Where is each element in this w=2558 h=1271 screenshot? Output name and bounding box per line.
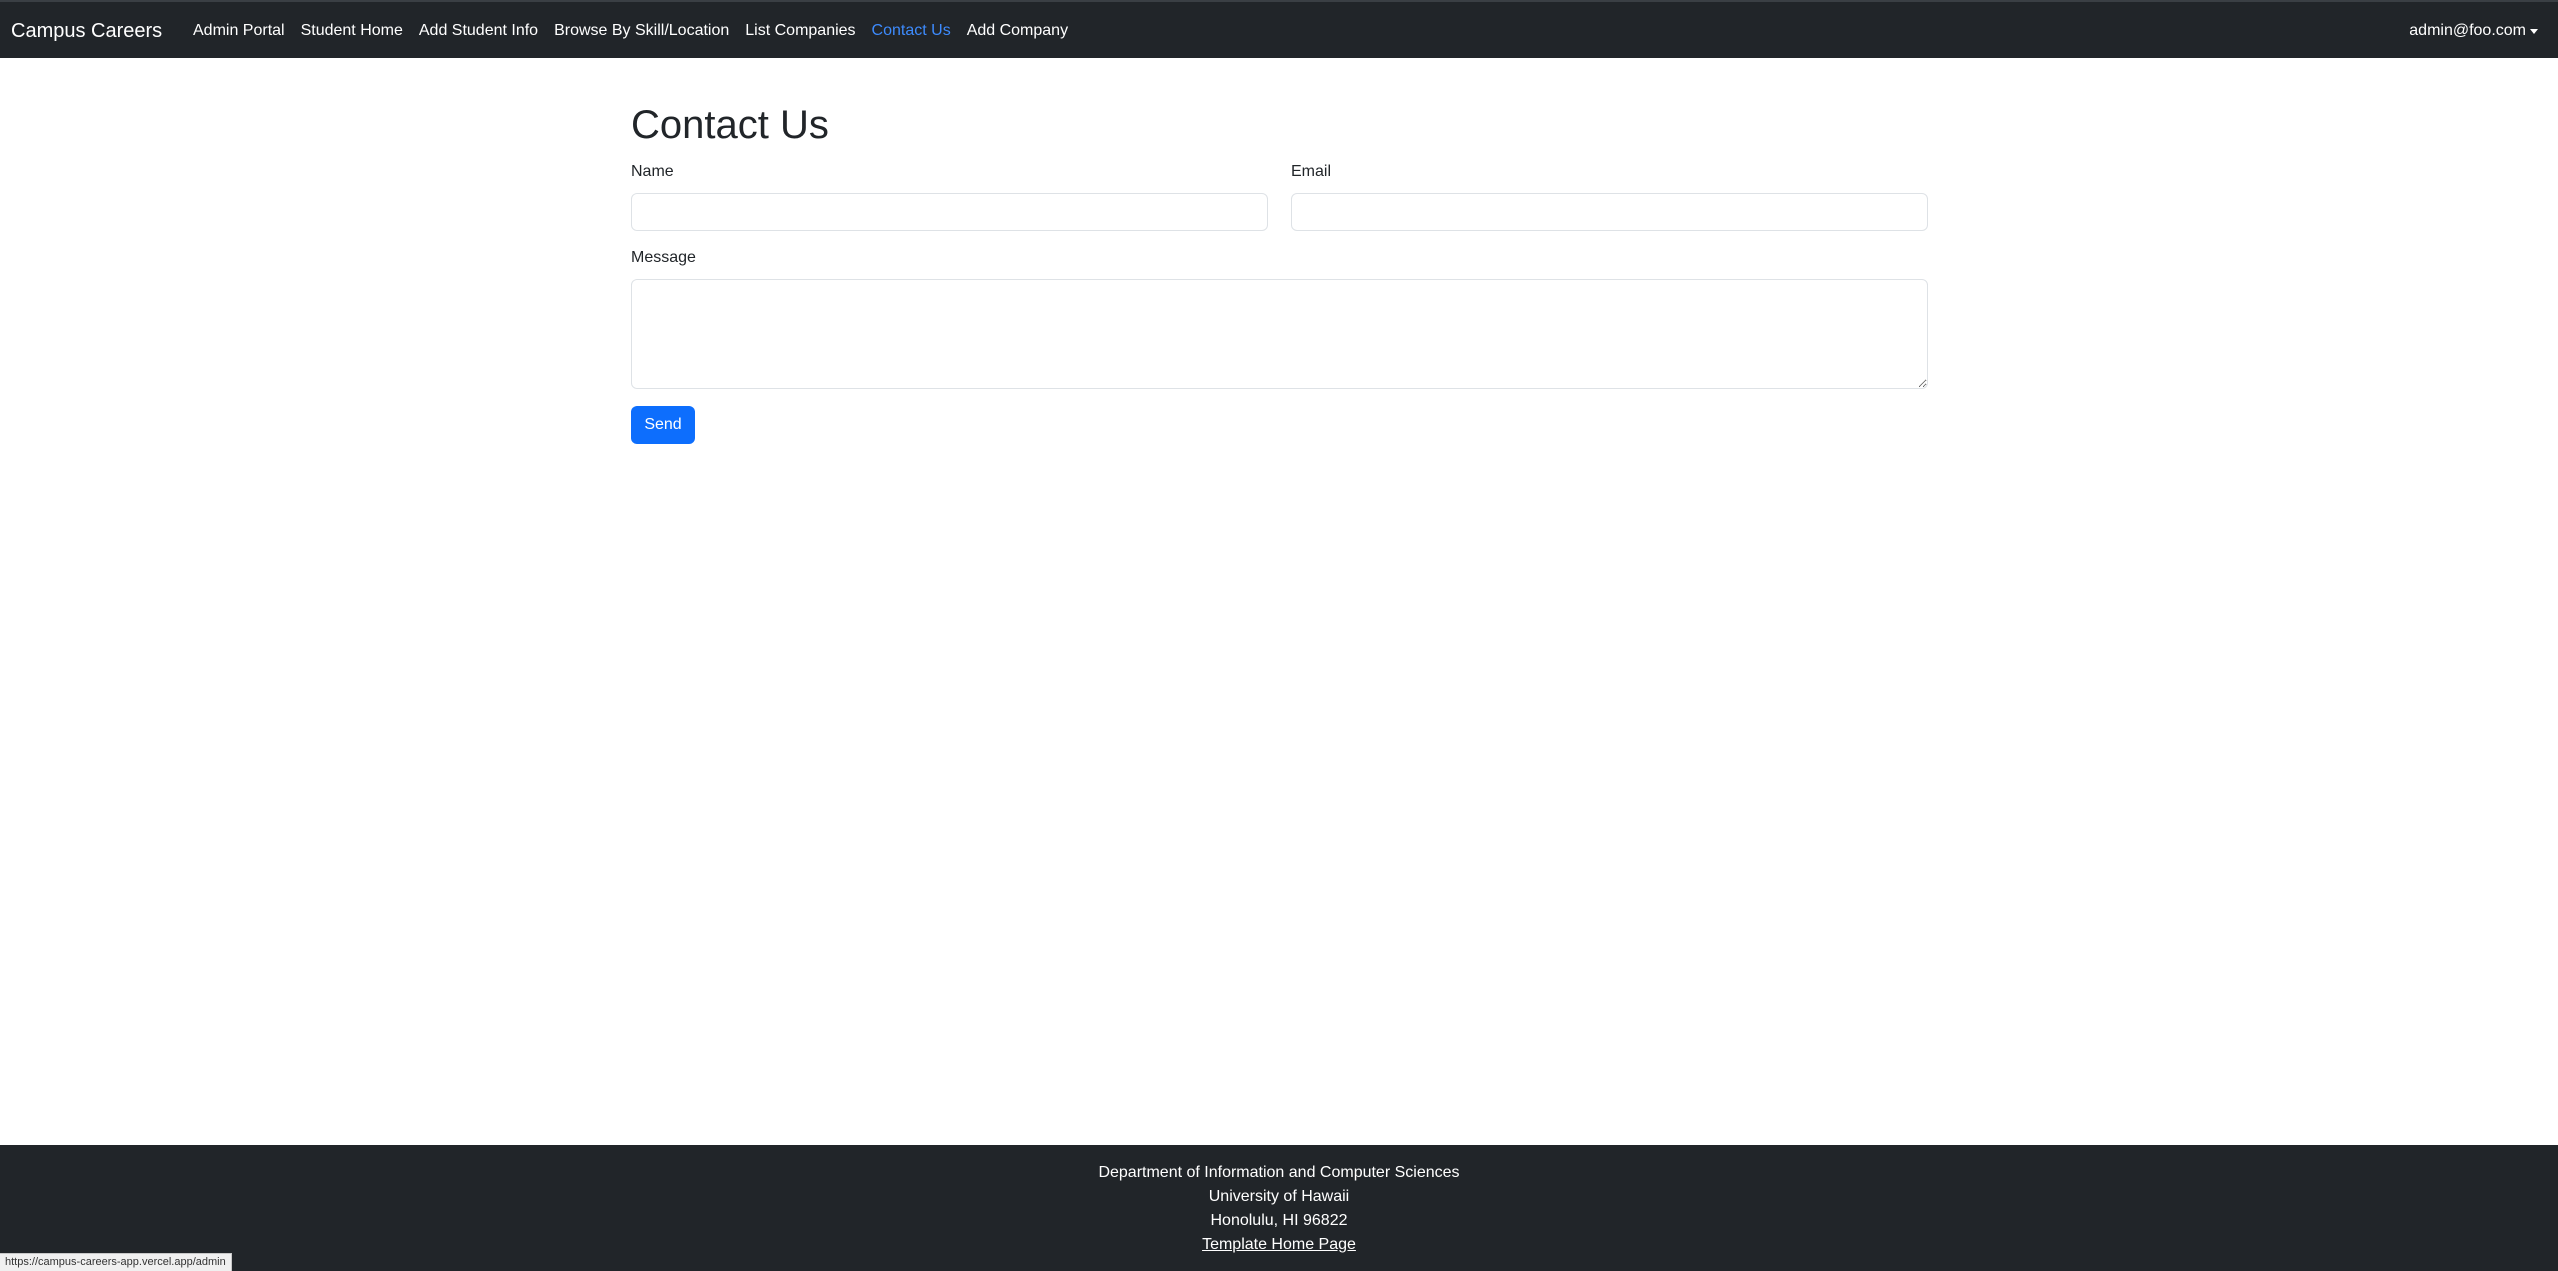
nav-link-list-companies[interactable]: List Companies xyxy=(745,22,855,40)
name-input[interactable] xyxy=(631,193,1268,231)
page-title: Contact Us xyxy=(631,103,829,147)
message-textarea[interactable] xyxy=(631,279,1928,389)
email-label: Email xyxy=(1291,163,1332,180)
template-home-link[interactable]: Template Home Page xyxy=(1202,1236,1356,1253)
message-label: Message xyxy=(631,249,696,266)
footer-address: Honolulu, HI 96822 xyxy=(1210,1212,1348,1229)
footer-link-row: Template Home Page xyxy=(0,1233,2558,1257)
send-button[interactable]: Send xyxy=(631,406,695,444)
nav-link-add-student-info[interactable]: Add Student Info xyxy=(419,22,538,40)
caret-down-icon xyxy=(2530,28,2538,34)
user-dropdown[interactable]: admin@foo.com xyxy=(2409,2,2538,60)
footer-university: University of Hawaii xyxy=(1208,1188,1350,1205)
nav-link-student-home[interactable]: Student Home xyxy=(301,22,403,40)
user-email: admin@foo.com xyxy=(2409,22,2526,39)
email-input[interactable] xyxy=(1291,193,1928,231)
nav-link-browse-by-skill-location[interactable]: Browse By Skill/Location xyxy=(554,22,729,40)
brand-link[interactable]: Campus Careers xyxy=(11,2,162,60)
footer-department: Department of Information and Computer S… xyxy=(1098,1164,1460,1181)
nav-links: Admin Portal Student Home Add Student In… xyxy=(193,2,1084,60)
footer: Department of Information and Computer S… xyxy=(0,1145,2558,1271)
nav-link-admin-portal[interactable]: Admin Portal xyxy=(193,22,285,40)
nav-link-contact-us[interactable]: Contact Us xyxy=(872,22,951,40)
name-label: Name xyxy=(631,163,674,180)
nav-link-add-company[interactable]: Add Company xyxy=(967,22,1068,40)
top-navbar: Campus Careers Admin Portal Student Home… xyxy=(0,0,2558,58)
status-bar-url: https://campus-careers-app.vercel.app/ad… xyxy=(0,1253,232,1271)
